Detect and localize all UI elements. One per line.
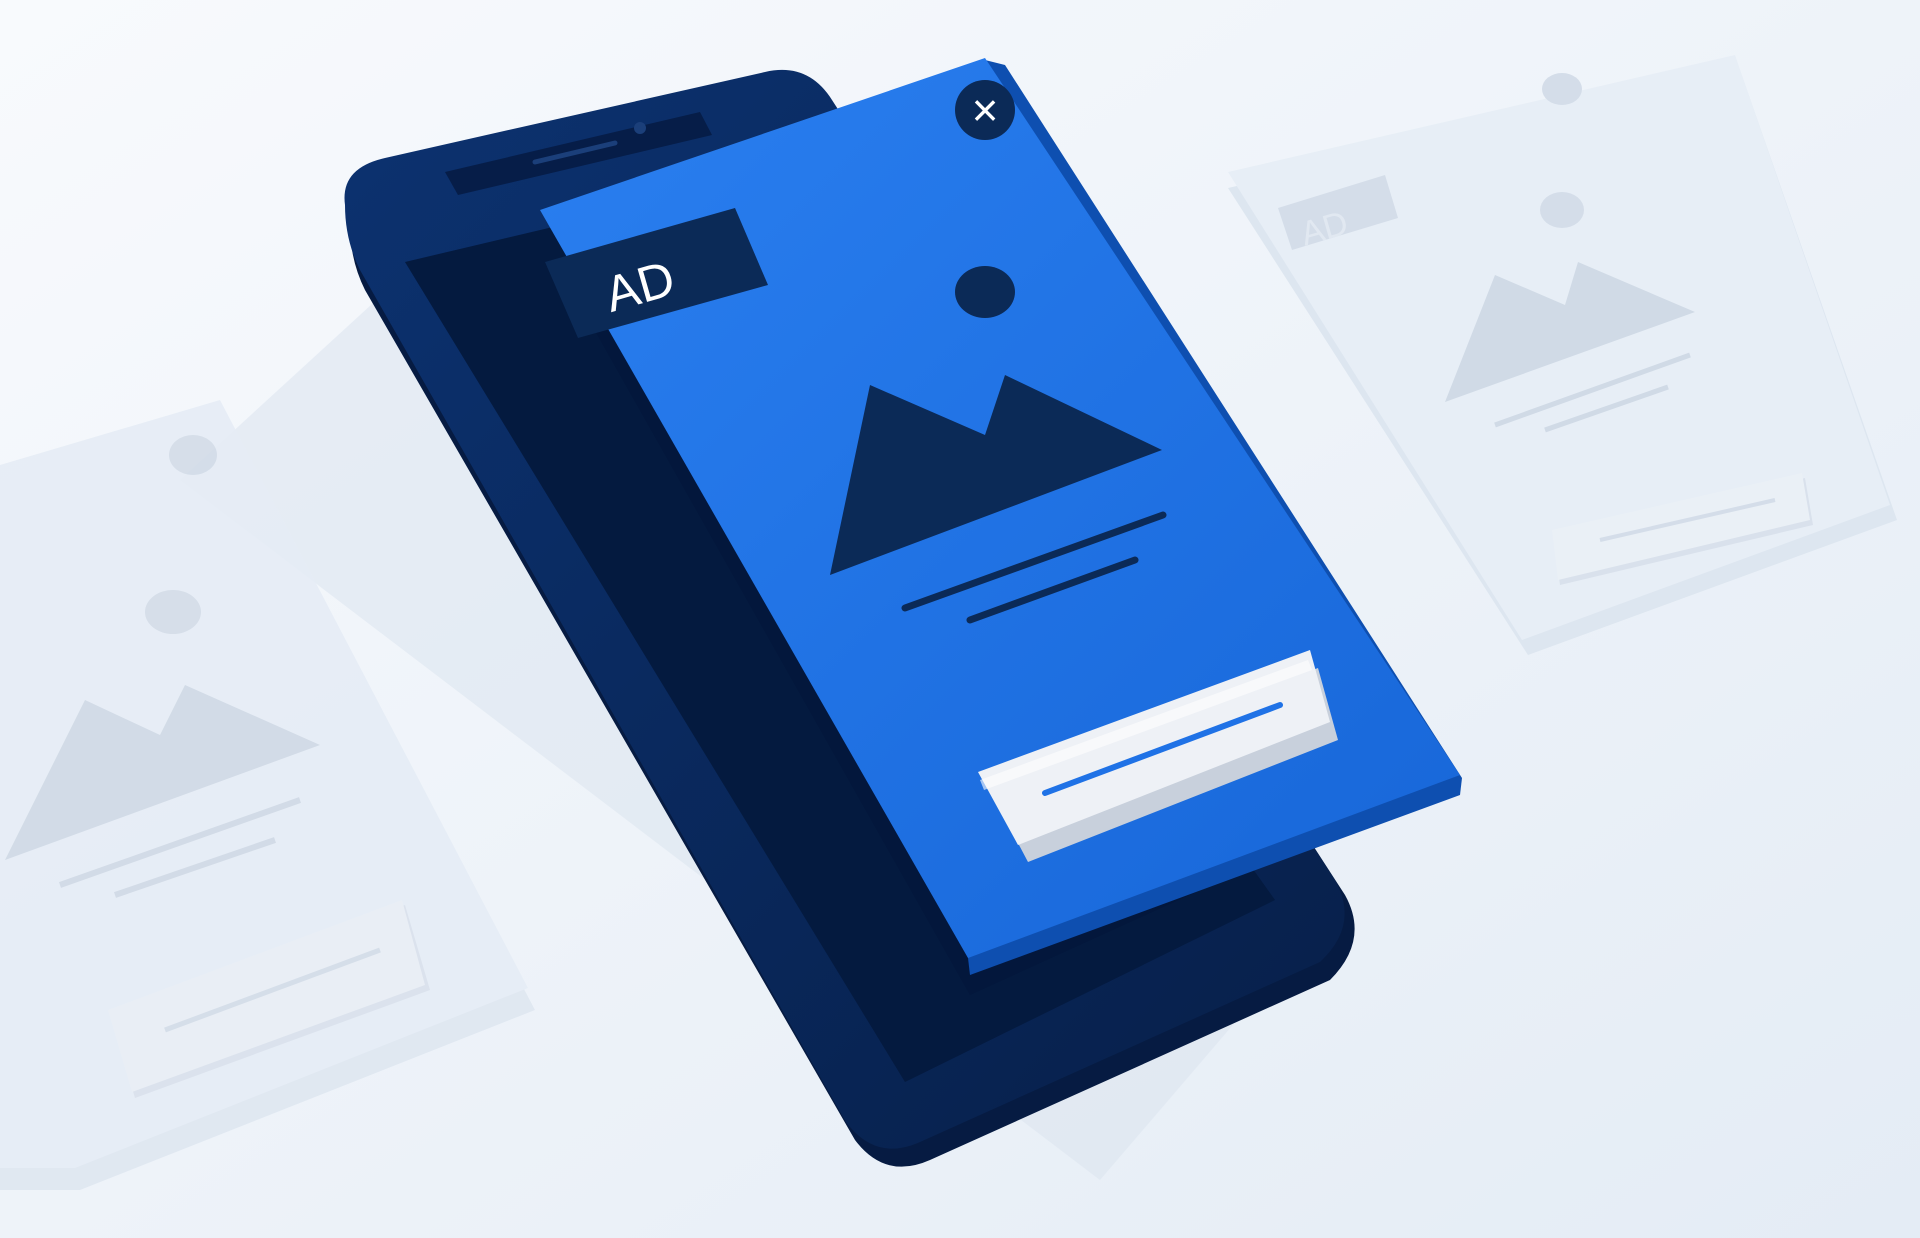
front-camera-icon — [634, 122, 646, 134]
illustration-scene: AD AD × — [0, 0, 1920, 1238]
close-button[interactable]: × — [955, 80, 1015, 140]
ghost-sun-icon — [1540, 192, 1584, 228]
ghost-camera-icon — [1542, 73, 1582, 105]
close-icon[interactable]: × — [972, 84, 999, 136]
ghost-sun-icon — [145, 590, 201, 634]
ghost-camera-icon — [169, 435, 217, 475]
sun-icon — [955, 266, 1015, 318]
